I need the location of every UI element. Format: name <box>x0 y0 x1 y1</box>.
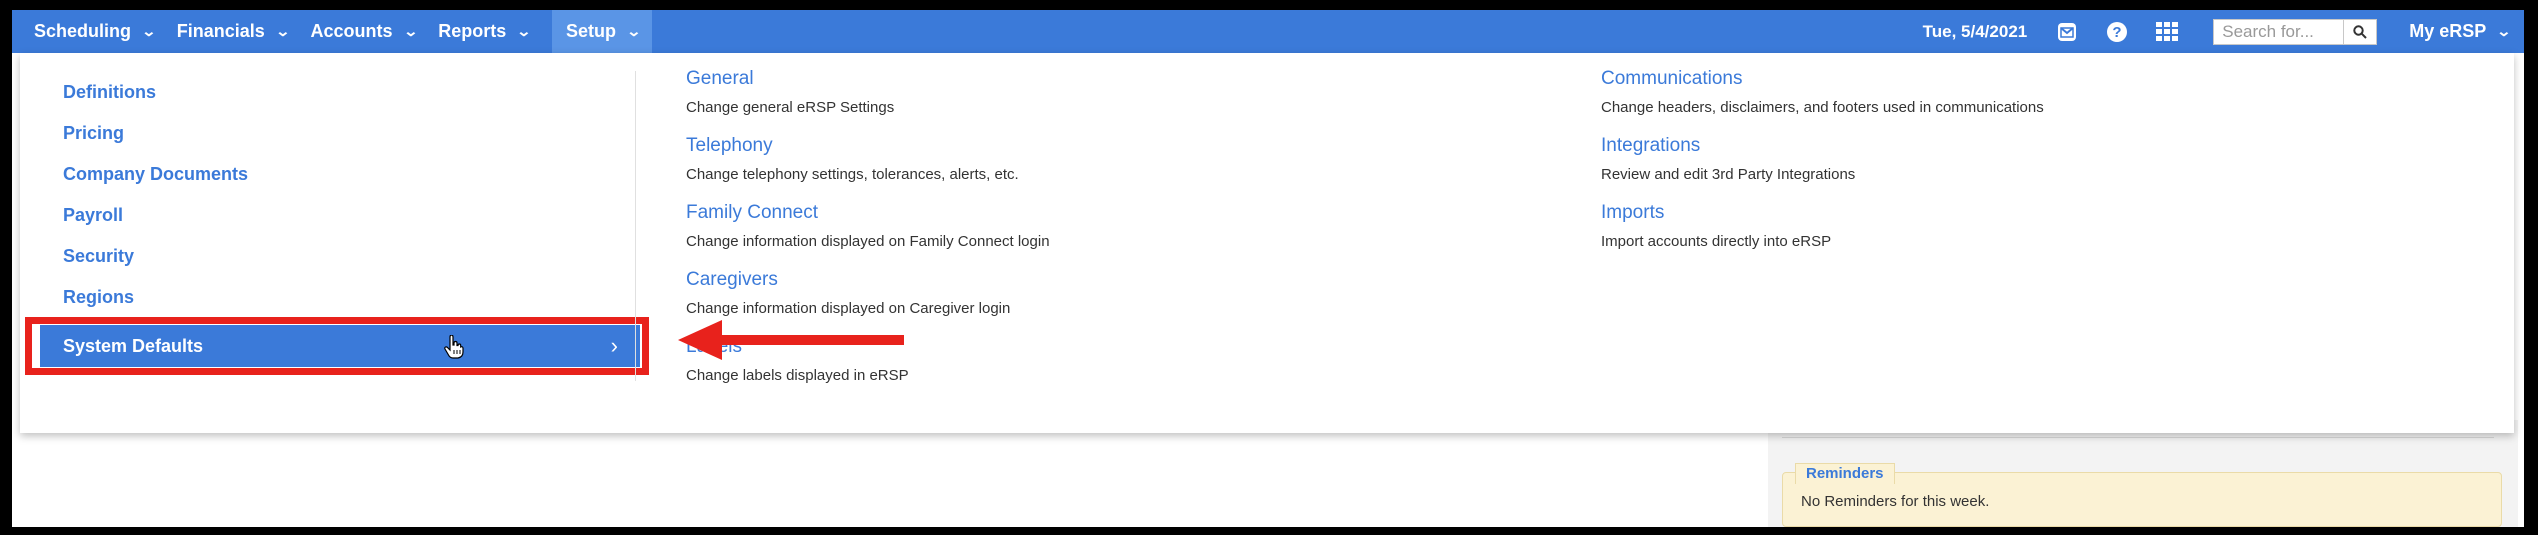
search-icon <box>2353 24 2367 39</box>
chevron-down-icon: ⌄ <box>275 23 291 39</box>
setup-option-imports: Imports Import accounts directly into eR… <box>1601 202 1831 250</box>
nav-label: Scheduling <box>34 21 132 41</box>
option-description: Change telephony settings, tolerances, a… <box>686 166 1019 183</box>
option-title[interactable]: Caregivers <box>686 269 1010 291</box>
help-icon[interactable]: ? <box>2105 20 2129 44</box>
nav-utilities: Tue, 5/4/2021 ? My eRSP <box>1923 10 2524 53</box>
menu-item-payroll[interactable]: Payroll <box>63 205 123 226</box>
option-description: Change information displayed on Caregive… <box>686 300 1011 317</box>
menu-item-pricing[interactable]: Pricing <box>63 123 124 144</box>
option-description: Change headers, disclaimers, and footers… <box>1601 99 2044 116</box>
search-box <box>2213 18 2378 45</box>
setup-option-communications: Communications Change headers, disclaime… <box>1601 68 2044 116</box>
envelope-icon[interactable] <box>2055 20 2079 44</box>
menu-item-system-defaults[interactable]: System Defaults › <box>40 325 640 367</box>
option-description: Review and edit 3rd Party Integrations <box>1601 166 1856 183</box>
nav-accounts[interactable]: Accounts ⌄ <box>301 10 429 53</box>
option-title[interactable]: Imports <box>1601 202 1831 224</box>
nav-label: Financials <box>176 21 265 41</box>
svg-text:?: ? <box>2113 24 2122 41</box>
nav-setup[interactable]: Setup ⌄ <box>552 10 652 53</box>
option-title[interactable]: Family Connect <box>686 202 1050 224</box>
search-button[interactable] <box>2343 18 2378 45</box>
option-title[interactable]: General <box>686 68 894 90</box>
setup-option-family-connect: Family Connect Change information displa… <box>686 202 1050 250</box>
app-window: Scheduling ⌄ Financials ⌄ Accounts ⌄ Rep… <box>12 10 2524 527</box>
annotation-arrow-icon <box>678 320 908 365</box>
menu-item-label: System Defaults <box>63 335 204 356</box>
chevron-right-icon: › <box>610 333 618 358</box>
reminders-message: No Reminders for this week. <box>1801 493 1990 510</box>
chevron-down-icon: ⌄ <box>402 23 419 39</box>
option-description: Import accounts directly into eRSP <box>1601 233 1832 250</box>
option-description: Change information displayed on Family C… <box>686 233 1050 250</box>
nav-scheduling[interactable]: Scheduling ⌄ <box>12 10 167 53</box>
top-navbar: Scheduling ⌄ Financials ⌄ Accounts ⌄ Rep… <box>12 10 2524 53</box>
hand-cursor-icon <box>444 334 464 364</box>
menu-item-regions[interactable]: Regions <box>63 287 134 308</box>
chevron-down-icon: ⌄ <box>626 23 642 39</box>
option-title[interactable]: Integrations <box>1601 135 1855 157</box>
option-title[interactable]: Telephony <box>686 135 1019 157</box>
nav-financials[interactable]: Financials ⌄ <box>167 10 301 53</box>
reminders-box: Reminders No Reminders for this week. <box>1782 463 2502 527</box>
nav-label: Reports <box>438 21 507 41</box>
nav-label: Accounts <box>310 21 393 41</box>
chevron-down-icon: ⌄ <box>141 23 157 39</box>
reminders-title: Reminders <box>1795 463 1895 484</box>
option-description: Change general eRSP Settings <box>686 99 895 116</box>
menu-item-company-documents[interactable]: Company Documents <box>63 164 248 185</box>
divider <box>1782 437 2494 438</box>
menu-item-security[interactable]: Security <box>63 246 134 267</box>
nav-reports[interactable]: Reports ⌄ <box>428 10 542 53</box>
option-title[interactable]: Communications <box>1601 68 2044 90</box>
nav-label: Setup <box>566 21 617 41</box>
setup-option-integrations: Integrations Review and edit 3rd Party I… <box>1601 135 1855 183</box>
my-ersp-menu[interactable]: My eRSP ⌄ <box>2409 21 2512 42</box>
grid-icon[interactable] <box>2155 20 2179 44</box>
setup-option-caregivers: Caregivers Change information displayed … <box>686 269 1010 317</box>
setup-option-telephony: Telephony Change telephony settings, tol… <box>686 135 1019 183</box>
menu-item-definitions[interactable]: Definitions <box>63 82 156 103</box>
setup-option-general: General Change general eRSP Settings <box>686 68 894 116</box>
main-nav: Scheduling ⌄ Financials ⌄ Accounts ⌄ Rep… <box>12 10 652 53</box>
chevron-down-icon: ⌄ <box>516 23 532 39</box>
setup-dropdown: Definitions Pricing Company Documents Pa… <box>20 53 2514 433</box>
current-date: Tue, 5/4/2021 <box>1922 21 2028 41</box>
chevron-down-icon: ⌄ <box>2496 23 2512 39</box>
column-divider <box>635 71 636 381</box>
option-description: Change labels displayed in eRSP <box>686 367 909 384</box>
account-label: My eRSP <box>2409 21 2487 41</box>
search-input[interactable] <box>2213 18 2344 45</box>
setup-categories: Definitions Pricing Company Documents Pa… <box>20 53 649 433</box>
